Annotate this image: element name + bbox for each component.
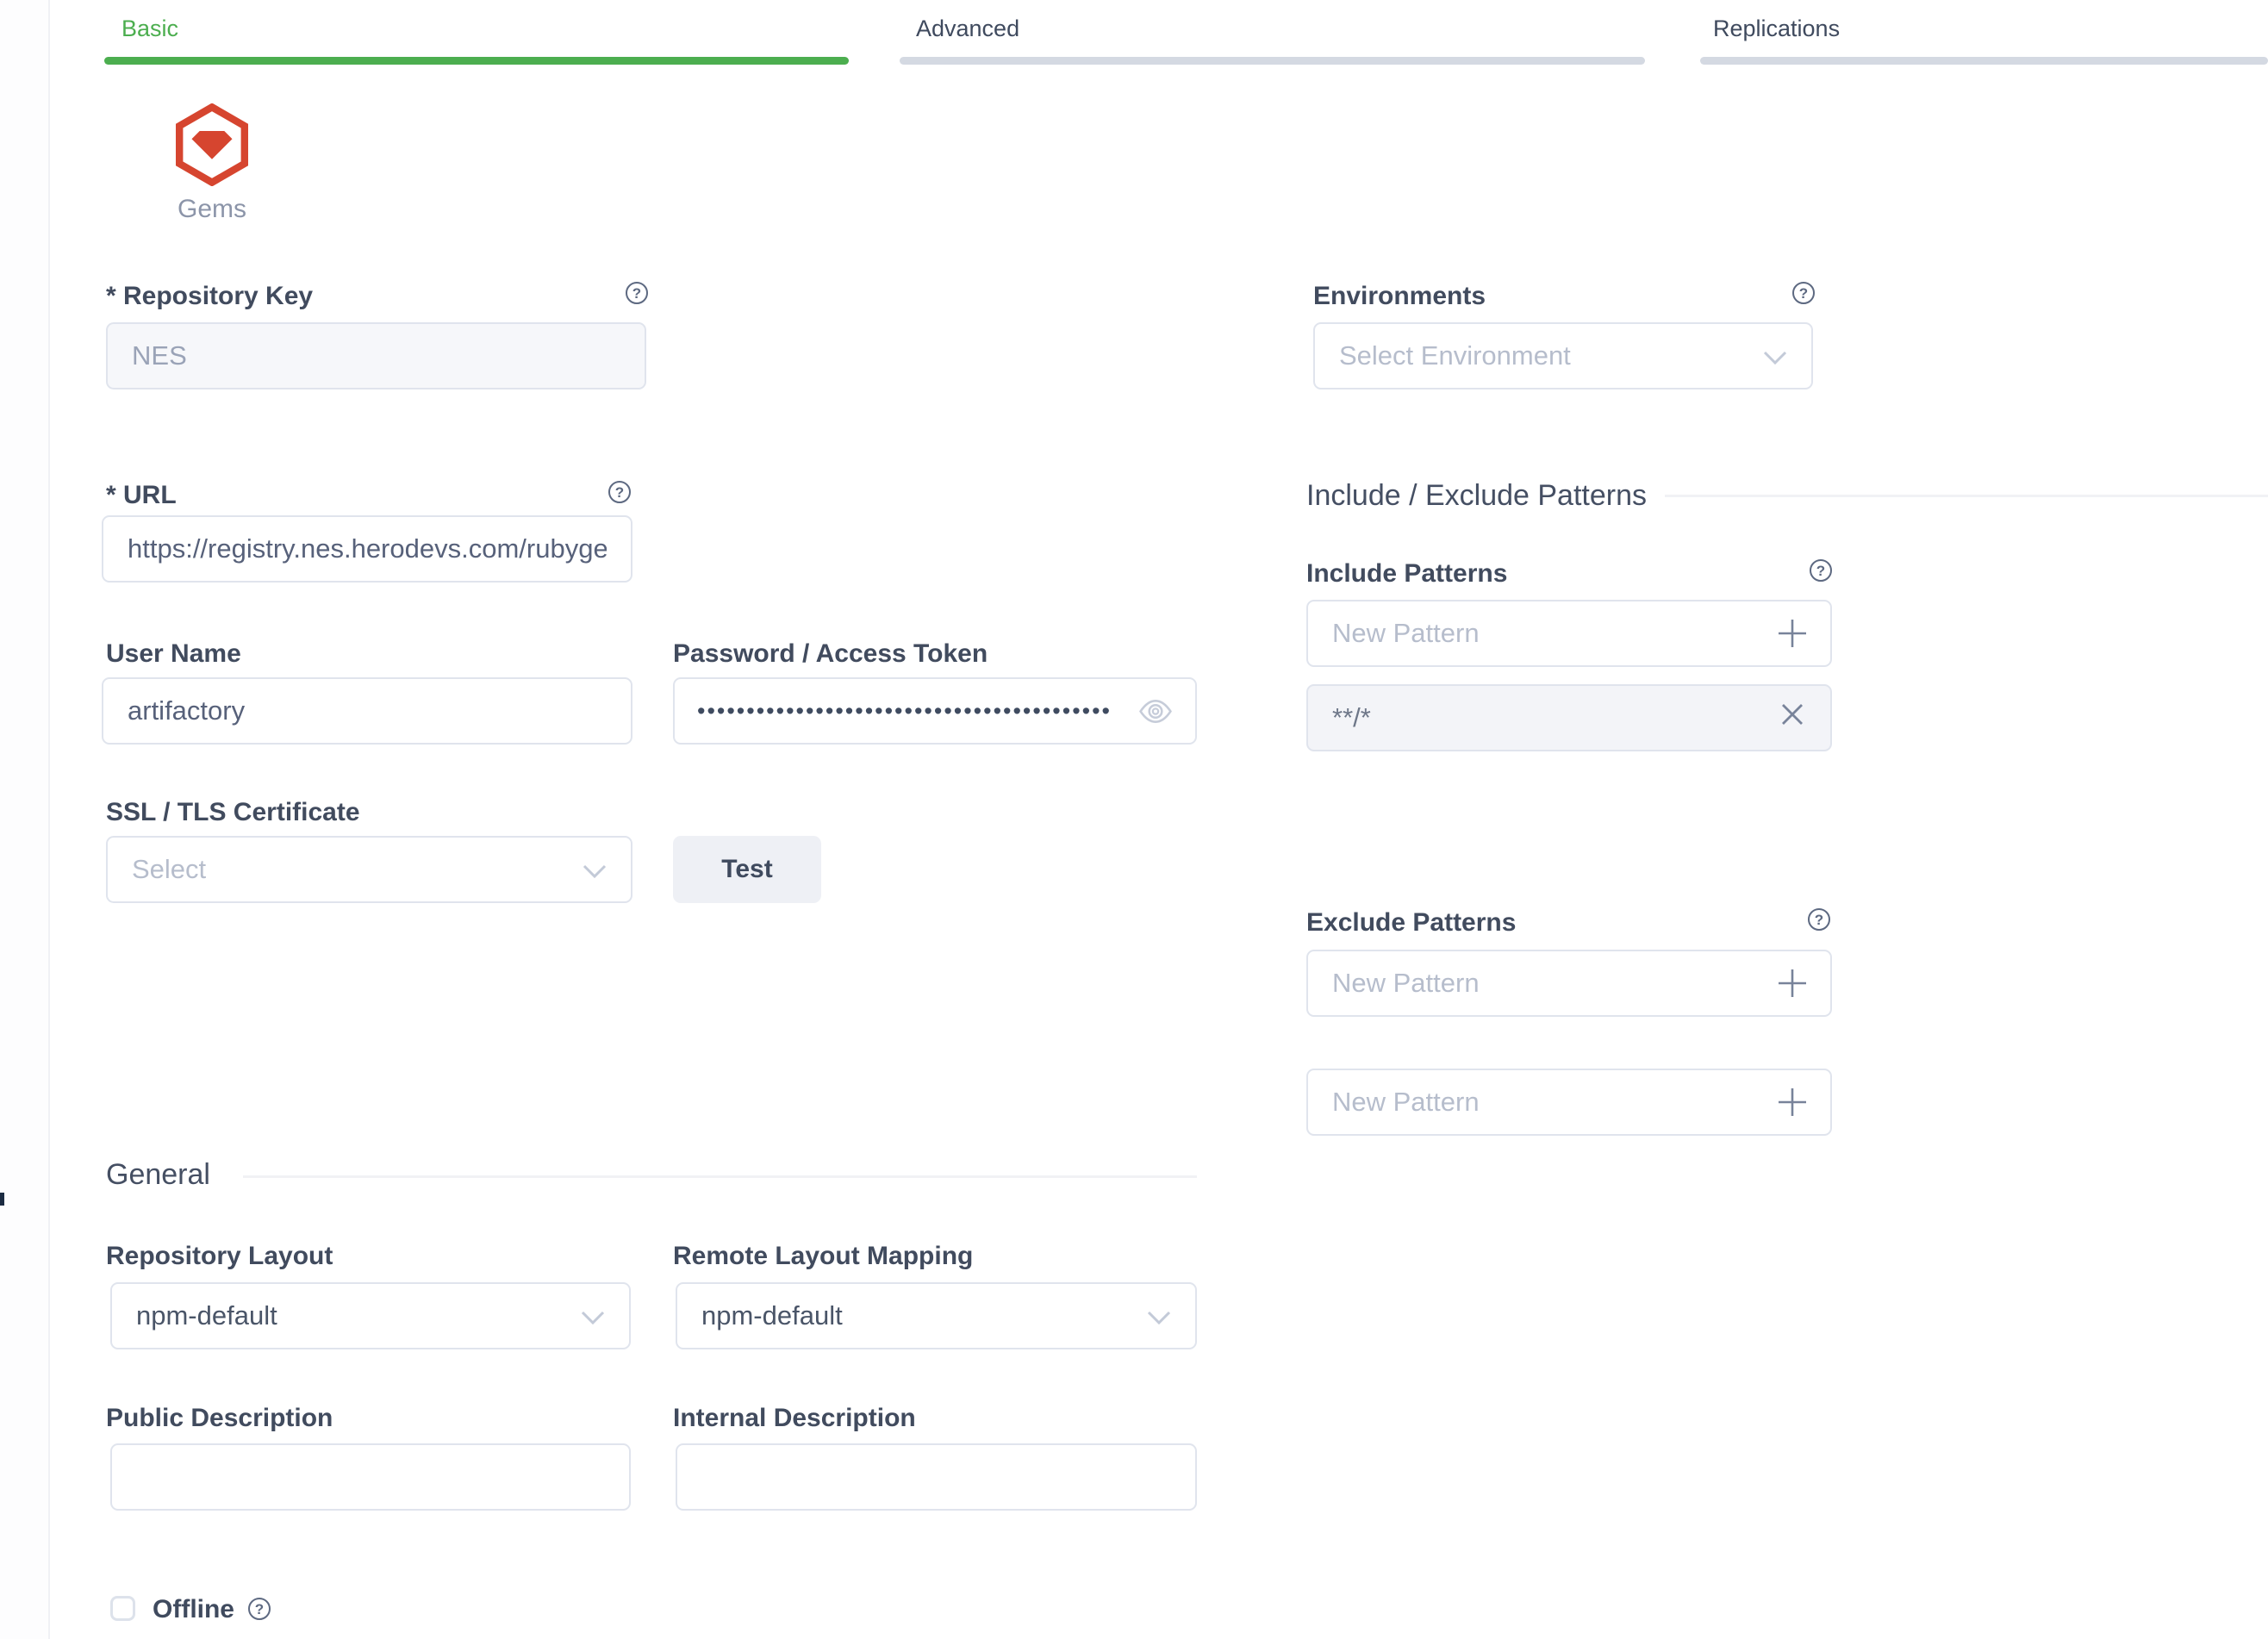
password-masked-value: ••••••••••••••••••••••••••••••••••••••••… [697,677,1128,745]
tab-advanced-underline [900,57,1645,65]
remove-pattern-icon[interactable] [1779,701,1806,735]
environments-placeholder: Select Environment [1339,340,1571,371]
url-input[interactable] [102,515,632,583]
tab-replications-underline [1700,57,2268,65]
chevron-down-icon [1763,340,1787,371]
ssl-certificate-label: SSL / TLS Certificate [106,798,360,827]
repository-key-input[interactable] [106,322,646,389]
tab-replications[interactable]: Replications [1713,16,1840,42]
password-label: Password / Access Token [673,639,988,669]
test-button[interactable]: Test [673,836,821,903]
left-edge-marker [0,1193,4,1206]
remote-layout-mapping-label: Remote Layout Mapping [673,1242,973,1271]
package-type [176,103,248,190]
remote-layout-mapping-select[interactable]: npm-default [676,1282,1197,1349]
exclude-pattern-new-input-2[interactable] [1306,1069,1832,1136]
environments-label: Environments [1313,282,1486,311]
repository-key-help-icon[interactable]: ? [626,282,648,304]
include-patterns-help-icon[interactable]: ? [1810,559,1832,582]
rubygems-icon [176,175,248,190]
exclude-pattern-new-row [1306,950,1832,1017]
include-patterns-label: Include Patterns [1306,559,1507,589]
chevron-down-icon [583,854,607,885]
eye-icon[interactable] [1139,700,1172,723]
add-pattern-icon[interactable] [1775,1085,1810,1119]
left-panel-edge [0,0,50,1639]
user-name-label: User Name [106,639,241,669]
add-pattern-icon[interactable] [1775,966,1810,1000]
exclude-patterns-label: Exclude Patterns [1306,908,1516,938]
environments-help-icon[interactable]: ? [1792,282,1815,304]
offline-help-icon[interactable]: ? [248,1598,271,1620]
remote-repository-settings-page: Basic Advanced Replications Gems * Repos… [0,0,2268,1639]
internal-description-label: Internal Description [673,1404,916,1433]
repository-layout-select[interactable]: npm-default [110,1282,631,1349]
include-pattern-item: **/* [1306,684,1832,751]
offline-label: Offline [153,1595,234,1624]
exclude-patterns-help-icon[interactable]: ? [1808,908,1830,931]
general-section-title: General [106,1158,210,1192]
ssl-certificate-select[interactable]: Select [106,836,632,903]
repository-layout-value: npm-default [136,1300,277,1331]
user-name-input[interactable] [102,677,632,745]
package-type-label: Gems [134,195,290,224]
patterns-section-title: Include / Exclude Patterns [1306,479,1647,513]
include-pattern-item-value: **/* [1332,702,1371,733]
ssl-certificate-placeholder: Select [132,854,206,885]
exclude-pattern-new-input[interactable] [1306,950,1832,1017]
general-section-divider [243,1175,1197,1178]
patterns-section-divider [1665,495,2268,497]
tab-basic[interactable]: Basic [122,16,178,42]
url-label: * URL [106,481,177,510]
tab-basic-underline [104,57,849,65]
tab-advanced[interactable]: Advanced [916,16,1019,42]
include-pattern-new-input[interactable] [1306,600,1832,667]
chevron-down-icon [581,1300,605,1331]
internal-description-input[interactable] [676,1443,1197,1511]
repository-layout-label: Repository Layout [106,1242,333,1271]
add-pattern-icon[interactable] [1775,616,1810,651]
environments-select[interactable]: Select Environment [1313,322,1813,389]
offline-checkbox[interactable] [110,1596,135,1621]
url-help-icon[interactable]: ? [608,481,631,503]
exclude-pattern-new-row-2 [1306,1069,1832,1136]
public-description-label: Public Description [106,1404,333,1433]
remote-layout-mapping-value: npm-default [701,1300,843,1331]
repository-key-label: * Repository Key [106,282,313,311]
include-pattern-new-row [1306,600,1832,667]
public-description-input[interactable] [110,1443,631,1511]
chevron-down-icon [1147,1300,1171,1331]
